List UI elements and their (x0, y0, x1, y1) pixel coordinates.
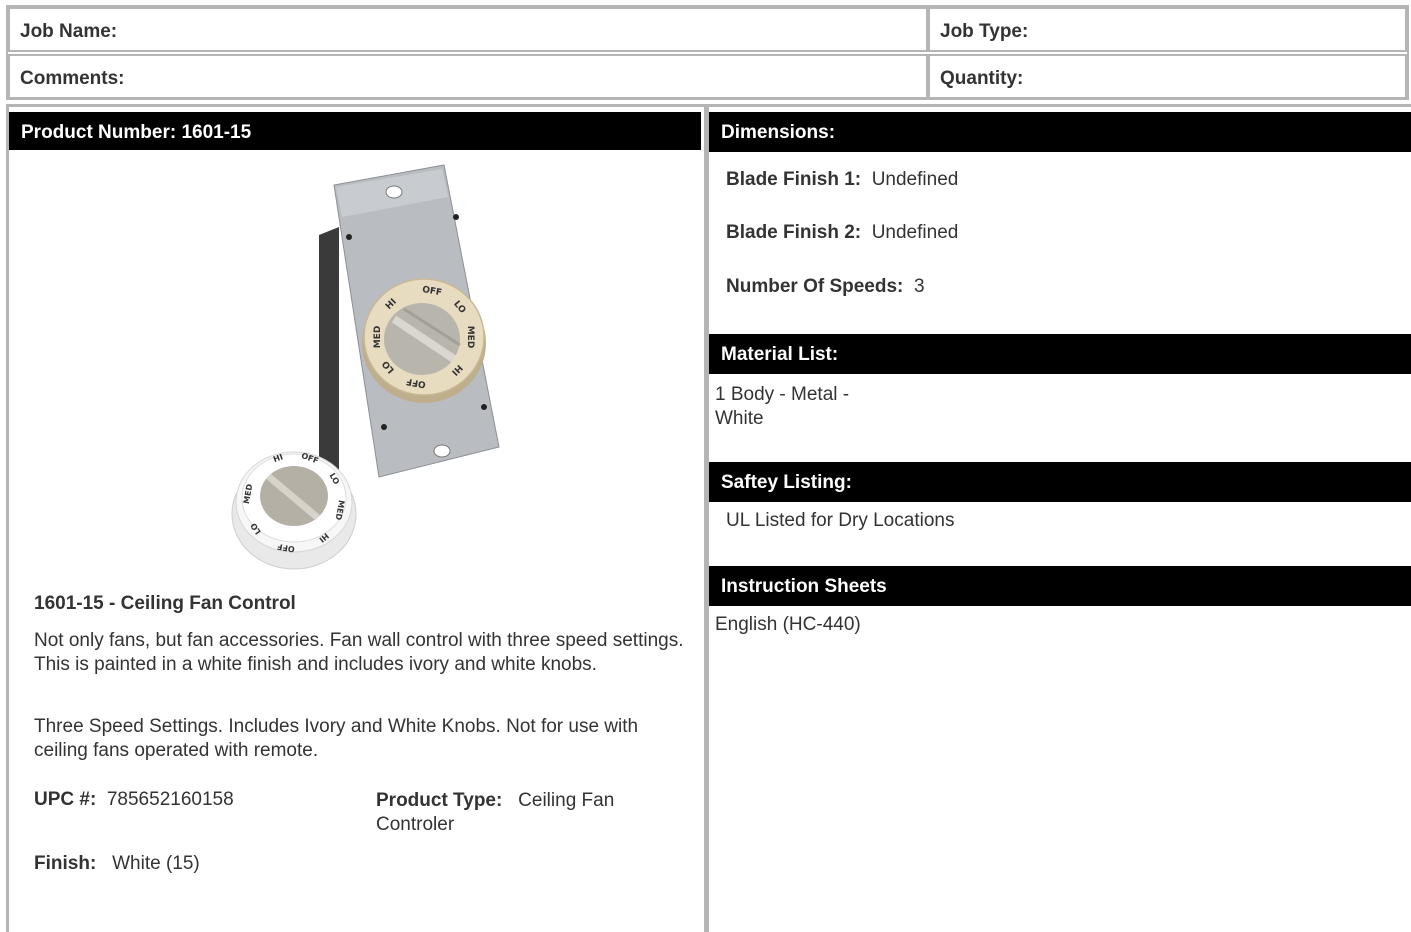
job-name-label: Job Name: (20, 21, 118, 42)
svg-text:MED: MED (373, 326, 383, 349)
plate-hole-bottom (433, 444, 451, 458)
job-type-label: Job Type: (940, 21, 1029, 42)
product-title: 1601-15 - Ceiling Fan Control (34, 593, 296, 614)
instruction-sheet-link[interactable]: English (HC-440) (715, 614, 861, 636)
product-description: Not only fans, but fan accessories. Fan … (34, 630, 684, 675)
product-panel: Product Number: 1601-15 OFF LO MED HI OF… (6, 104, 707, 932)
product-type-label: Product Type: (376, 790, 503, 811)
job-type-cell: Job Type: (928, 7, 1407, 52)
job-row-1: Job Name: Job Type: (8, 7, 1407, 52)
finish-label: Finish: (34, 853, 97, 874)
upc-label: UPC #: (34, 789, 97, 810)
specs-panel: Dimensions: Blade Finish 1: Undefined Bl… (706, 104, 1411, 932)
product-image: OFF LO MED HI OFF LO MED HI HI OFF LO ME… (231, 164, 500, 570)
product-type-field: Product Type: Ceiling Fan Controler (376, 789, 676, 837)
number-of-speeds-value: 3 (913, 276, 925, 297)
finish-value: White (15) (112, 853, 200, 874)
svg-text:MED: MED (465, 326, 475, 349)
blade-finish-2-value: Undefined (871, 222, 959, 243)
safety-listing-header: Saftey Listing: (709, 462, 1411, 502)
job-row-2: Comments: Quantity: (8, 54, 1407, 99)
product-features: Three Speed Settings. Includes Ivory and… (34, 716, 639, 761)
blade-finish-2-label: Blade Finish 2: (726, 222, 862, 243)
material-list-header: Material List: (709, 334, 1411, 374)
number-of-speeds: Number Of Speeds: 3 (726, 276, 925, 298)
number-of-speeds-label: Number Of Speeds: (726, 276, 904, 297)
instruction-sheets-header: Instruction Sheets (709, 566, 1411, 606)
ivory-knob: OFF LO MED HI OFF LO MED HI (362, 278, 486, 403)
blade-finish-1-value: Undefined (871, 169, 959, 190)
material-line-1: 1 Body - Metal - (715, 384, 850, 405)
plate-side (319, 227, 339, 477)
upc-field: UPC #: 785652160158 (34, 789, 234, 811)
comments-cell: Comments: (8, 54, 928, 99)
finish-field: Finish: White (15) (34, 853, 200, 875)
blade-finish-1-label: Blade Finish 1: (726, 169, 862, 190)
quantity-label: Quantity: (940, 68, 1024, 89)
blade-finish-2: Blade Finish 2: Undefined (726, 222, 958, 244)
material-line-2: White (715, 408, 764, 429)
safety-listing-value: UL Listed for Dry Locations (726, 510, 955, 531)
quantity-cell: Quantity: (928, 54, 1407, 99)
product-number-header: Product Number: 1601-15 (9, 112, 701, 150)
white-knob: HI OFF LO MED HI OFF LO MED (231, 451, 357, 570)
material-list: 1 Body - Metal - White (715, 383, 915, 431)
job-name-cell: Job Name: (8, 7, 928, 52)
plate-hole-top (385, 185, 403, 199)
upc-value: 785652160158 (106, 789, 234, 810)
blade-finish-1: Blade Finish 1: Undefined (726, 169, 958, 191)
dimensions-header: Dimensions: (709, 112, 1411, 152)
job-info-table: Job Name: Job Type: Comments: Quantity: (6, 5, 1409, 100)
comments-label: Comments: (20, 68, 125, 89)
